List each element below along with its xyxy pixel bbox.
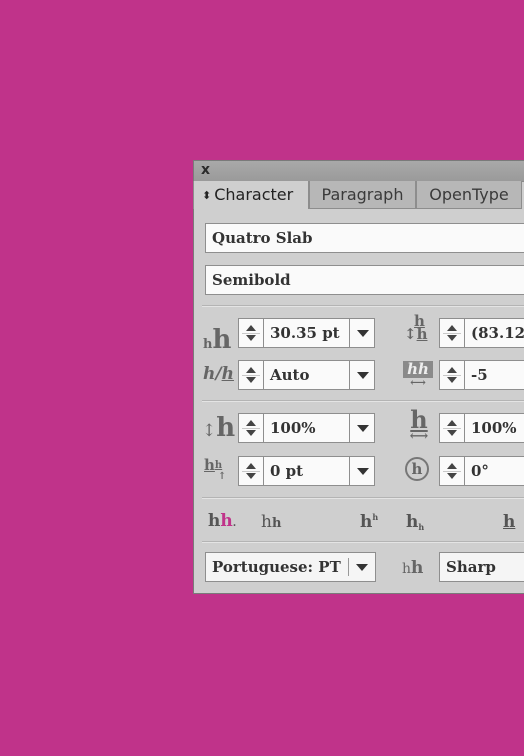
kerning-input[interactable]: Auto <box>264 360 350 390</box>
tracking-icon: hh ⟷ <box>403 361 433 388</box>
baseline-shift-icon: hh ↑ <box>204 456 227 482</box>
divider <box>202 497 524 499</box>
tracking-stepper[interactable] <box>439 360 465 390</box>
kerning-dropdown[interactable] <box>349 360 375 390</box>
horizontal-scale-input[interactable]: 100% <box>465 413 524 443</box>
tab-paragraph-label: Paragraph <box>321 185 404 204</box>
divider <box>202 541 524 543</box>
divider <box>202 305 524 307</box>
panel-tabs: ⬍ Character Paragraph OpenType <box>193 181 524 209</box>
vertical-scale-icon: ↕h <box>202 413 236 443</box>
faux-bold-icon[interactable]: hh. <box>208 511 236 531</box>
divider <box>202 400 524 402</box>
tab-opentype-label: OpenType <box>429 185 509 204</box>
desktop-background: { "panel": { "close_label": "x", "tabs":… <box>0 0 524 756</box>
font-size-stepper[interactable] <box>238 318 264 348</box>
font-size-input[interactable]: 30.35 pt <box>264 318 350 348</box>
font-family-field[interactable]: Quatro Slab <box>205 223 524 253</box>
kerning-icon: h/h <box>203 364 234 384</box>
vertical-scale-dropdown[interactable] <box>349 413 375 443</box>
baseline-shift-dropdown[interactable] <box>349 456 375 486</box>
subscript-icon[interactable]: hh <box>406 512 424 532</box>
panel-menu-arrows-icon[interactable]: ⬍ <box>202 189 211 202</box>
character-panel: x ⬍ Character Paragraph OpenType Quatro S… <box>193 160 524 594</box>
tab-character[interactable]: ⬍ Character <box>193 181 309 209</box>
rotation-stepper[interactable] <box>439 456 465 486</box>
small-caps-icon[interactable]: hh <box>261 512 281 532</box>
language-divider <box>348 558 349 576</box>
tab-character-label: Character <box>214 185 294 204</box>
tab-opentype[interactable]: OpenType <box>416 181 522 209</box>
tab-paragraph[interactable]: Paragraph <box>309 181 416 209</box>
underline-icon[interactable]: h <box>503 512 515 532</box>
horizontal-scale-icon: h ⟷ <box>409 405 429 444</box>
close-icon[interactable]: x <box>201 162 210 178</box>
leading-input[interactable]: (83.12 pt) <box>465 318 524 348</box>
font-size-dropdown[interactable] <box>349 318 375 348</box>
leading-stepper[interactable] <box>439 318 465 348</box>
horizontal-scale-stepper[interactable] <box>439 413 465 443</box>
baseline-shift-input[interactable]: 0 pt <box>264 456 350 486</box>
leading-icon: h ↕h <box>404 312 428 343</box>
language-value: Portuguese: PT <box>212 558 341 576</box>
baseline-shift-stepper[interactable] <box>238 456 264 486</box>
vertical-scale-input[interactable]: 100% <box>264 413 350 443</box>
panel-titlebar[interactable]: x <box>194 161 524 182</box>
antialiasing-select[interactable]: Sharp <box>439 552 524 582</box>
language-select[interactable]: Portuguese: PT <box>205 552 376 582</box>
font-style-field[interactable]: Semibold <box>205 265 524 295</box>
character-rotation-icon: h <box>405 457 429 481</box>
tracking-input[interactable]: -5 <box>465 360 524 390</box>
kerning-stepper[interactable] <box>238 360 264 390</box>
font-size-icon: hh <box>203 325 232 355</box>
antialiasing-icon: hh <box>402 558 424 578</box>
superscript-icon[interactable]: hh <box>360 512 378 532</box>
vertical-scale-stepper[interactable] <box>238 413 264 443</box>
chevron-down-icon[interactable] <box>356 564 368 571</box>
rotation-input[interactable]: 0° <box>465 456 524 486</box>
